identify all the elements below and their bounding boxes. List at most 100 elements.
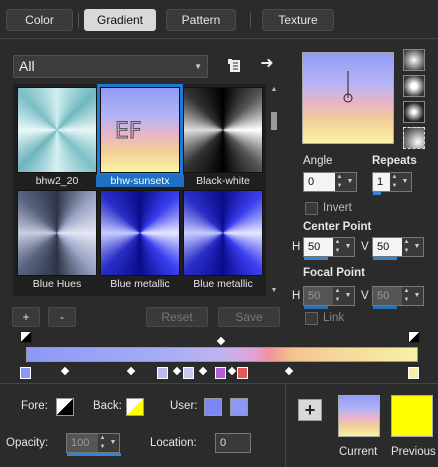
back-label: Back: <box>93 400 122 412</box>
color-stop[interactable] <box>157 367 168 379</box>
center-point-label: Center Point <box>303 221 372 233</box>
remove-gradient-button[interactable]: - <box>48 307 76 327</box>
user-label: User: <box>170 400 198 412</box>
style-linear-button[interactable] <box>403 49 425 71</box>
scroll-down-icon[interactable]: ▼ <box>268 287 280 294</box>
focal-point-label: Focal Point <box>303 267 365 279</box>
gradient-thumb-black-white[interactable]: Black-white <box>183 87 263 187</box>
opacity-level-bar <box>67 453 121 456</box>
spin-arrows-icon[interactable]: ▲ ▼ <box>333 287 342 305</box>
link-checkbox[interactable] <box>305 312 318 325</box>
color-midpoint[interactable] <box>126 366 136 376</box>
center-h-spinner[interactable]: 50 ▲ ▼ ▼ <box>303 237 355 260</box>
reset-button[interactable]: Reset <box>146 307 208 327</box>
color-midpoint[interactable] <box>172 366 182 376</box>
chevron-down-icon[interactable]: ▼ <box>411 238 423 256</box>
browse-icon[interactable] <box>226 57 244 75</box>
gradient-editor-bar[interactable] <box>26 347 418 362</box>
focal-v-spinner[interactable]: 50 ▲ ▼ ▼ <box>372 286 424 309</box>
previous-label: Previous <box>391 446 436 458</box>
library-scrollbar[interactable]: ▲ ▼ <box>268 84 280 296</box>
fore-swatch[interactable] <box>56 398 74 416</box>
back-swatch[interactable] <box>126 398 144 416</box>
section-divider <box>285 384 286 467</box>
focal-h-spinner[interactable]: 50 ▲ ▼ ▼ <box>303 286 355 309</box>
chevron-down-icon: ▼ <box>194 62 202 71</box>
chevron-down-icon[interactable]: ▼ <box>344 173 356 191</box>
gradient-thumb-blue-metallic[interactable]: Blue metallic <box>100 190 180 290</box>
opacity-stop-start[interactable] <box>20 331 32 343</box>
chevron-down-icon[interactable]: ▼ <box>107 434 119 452</box>
repeats-value: 1 <box>377 176 384 188</box>
add-gradient-button[interactable]: + <box>12 307 40 327</box>
chevron-down-icon[interactable]: ▼ <box>342 238 354 256</box>
tab-bar: Color Gradient Pattern Texture <box>0 0 438 38</box>
spin-arrows-icon[interactable]: ▲ ▼ <box>390 173 399 191</box>
color-stop[interactable] <box>20 367 31 379</box>
spin-arrows-icon[interactable]: ▲ ▼ <box>333 238 342 256</box>
gradient-thumb-blue-metallic-2[interactable]: Blue metallic <box>183 190 263 290</box>
previous-swatch[interactable] <box>391 395 433 437</box>
user-color-swatch-2[interactable] <box>230 398 248 416</box>
scrollbar-thumb[interactable] <box>271 112 277 130</box>
spin-arrows-icon[interactable]: ▲ ▼ <box>402 287 411 305</box>
tab-pattern[interactable]: Pattern <box>166 9 236 31</box>
color-midpoint[interactable] <box>284 366 294 376</box>
invert-label: Invert <box>323 202 352 214</box>
color-midpoint[interactable] <box>198 366 208 376</box>
chevron-down-icon[interactable]: ▼ <box>411 287 423 305</box>
gradient-thumb-bhw-sunsetx[interactable]: EF bhw-sunsetx <box>96 84 184 187</box>
spin-arrows-icon[interactable]: ▲ ▼ <box>98 434 107 452</box>
focal-h-level-bar <box>304 306 328 309</box>
scroll-up-icon[interactable]: ▲ <box>268 86 280 93</box>
repeats-spinner[interactable]: 1 ▲ ▼ ▼ <box>372 172 412 195</box>
center-h-level-bar <box>304 257 328 260</box>
chevron-down-icon[interactable]: ▼ <box>342 287 354 305</box>
center-v-label: V <box>361 241 369 253</box>
gradient-thumb-blue-hues[interactable]: Blue Hues <box>17 190 97 290</box>
color-stop[interactable] <box>237 367 248 379</box>
chevron-down-icon[interactable]: ▼ <box>399 173 411 191</box>
location-input[interactable]: 0 <box>215 433 251 453</box>
gradient-preview[interactable] <box>302 52 394 144</box>
color-stop[interactable] <box>183 367 194 379</box>
spin-arrows-icon[interactable]: ▲ ▼ <box>335 173 344 191</box>
style-radial-button[interactable] <box>403 127 425 149</box>
focal-h-value: 50 <box>308 290 321 302</box>
save-button[interactable]: Save <box>218 307 280 327</box>
gradient-swatch <box>17 190 97 276</box>
style-sunburst-button[interactable] <box>403 101 425 123</box>
invert-checkbox[interactable] <box>305 202 318 215</box>
tab-gradient[interactable]: Gradient <box>84 9 156 31</box>
tab-separator <box>250 12 251 28</box>
spin-arrows-icon[interactable]: ▲ ▼ <box>402 238 411 256</box>
gradient-name: Blue Hues <box>32 278 82 290</box>
opacity-spinner[interactable]: 100 ▲ ▼ ▼ <box>66 433 121 456</box>
color-stop[interactable] <box>215 367 226 379</box>
user-color-swatch-1[interactable] <box>204 398 222 416</box>
category-dropdown[interactable]: All ▼ <box>13 55 208 78</box>
current-label: Current <box>339 446 378 458</box>
opacity-stop-end[interactable] <box>408 331 420 343</box>
style-rectangular-button[interactable] <box>403 75 425 97</box>
color-midpoint[interactable] <box>227 366 237 376</box>
gradient-swatch <box>183 190 263 276</box>
tab-separator <box>78 12 79 28</box>
focal-v-label: V <box>361 290 369 302</box>
gradient-thumb-bhw2-20[interactable]: bhw2_20 <box>17 87 97 187</box>
angle-spinner[interactable]: 0 ▲ ▼ ▼ <box>303 172 357 192</box>
tabs-divider <box>0 38 438 39</box>
repeats-level-bar <box>373 192 381 195</box>
tab-color[interactable]: Color <box>6 9 73 31</box>
link-label: Link <box>323 312 345 324</box>
current-swatch <box>338 395 380 437</box>
opacity-midpoint[interactable] <box>216 336 226 346</box>
gradient-name: bhw-sunsetx <box>96 175 184 187</box>
center-v-spinner[interactable]: 50 ▲ ▼ ▼ <box>372 237 424 260</box>
add-color-button[interactable]: + <box>298 399 322 421</box>
arrow-right-icon[interactable]: ➜ <box>258 54 276 72</box>
color-midpoint[interactable] <box>60 366 70 376</box>
color-stop[interactable] <box>408 367 419 379</box>
gradient-swatch <box>183 87 263 173</box>
tab-texture[interactable]: Texture <box>262 9 334 31</box>
